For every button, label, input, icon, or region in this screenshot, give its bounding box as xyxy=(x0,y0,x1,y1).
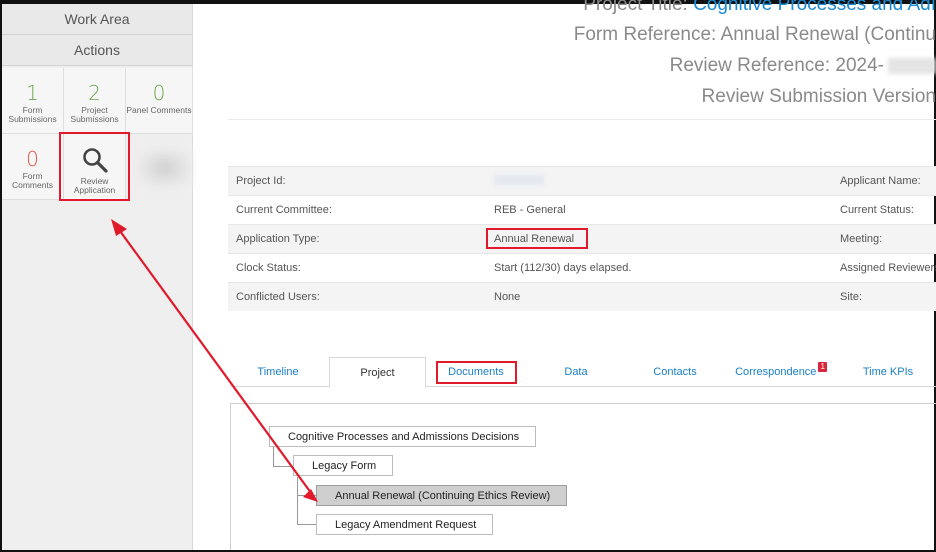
arrow-head-top xyxy=(111,219,127,236)
arrow-line xyxy=(119,230,315,498)
annotation-arrow xyxy=(111,219,318,502)
arrow-head-bottom xyxy=(303,489,318,502)
